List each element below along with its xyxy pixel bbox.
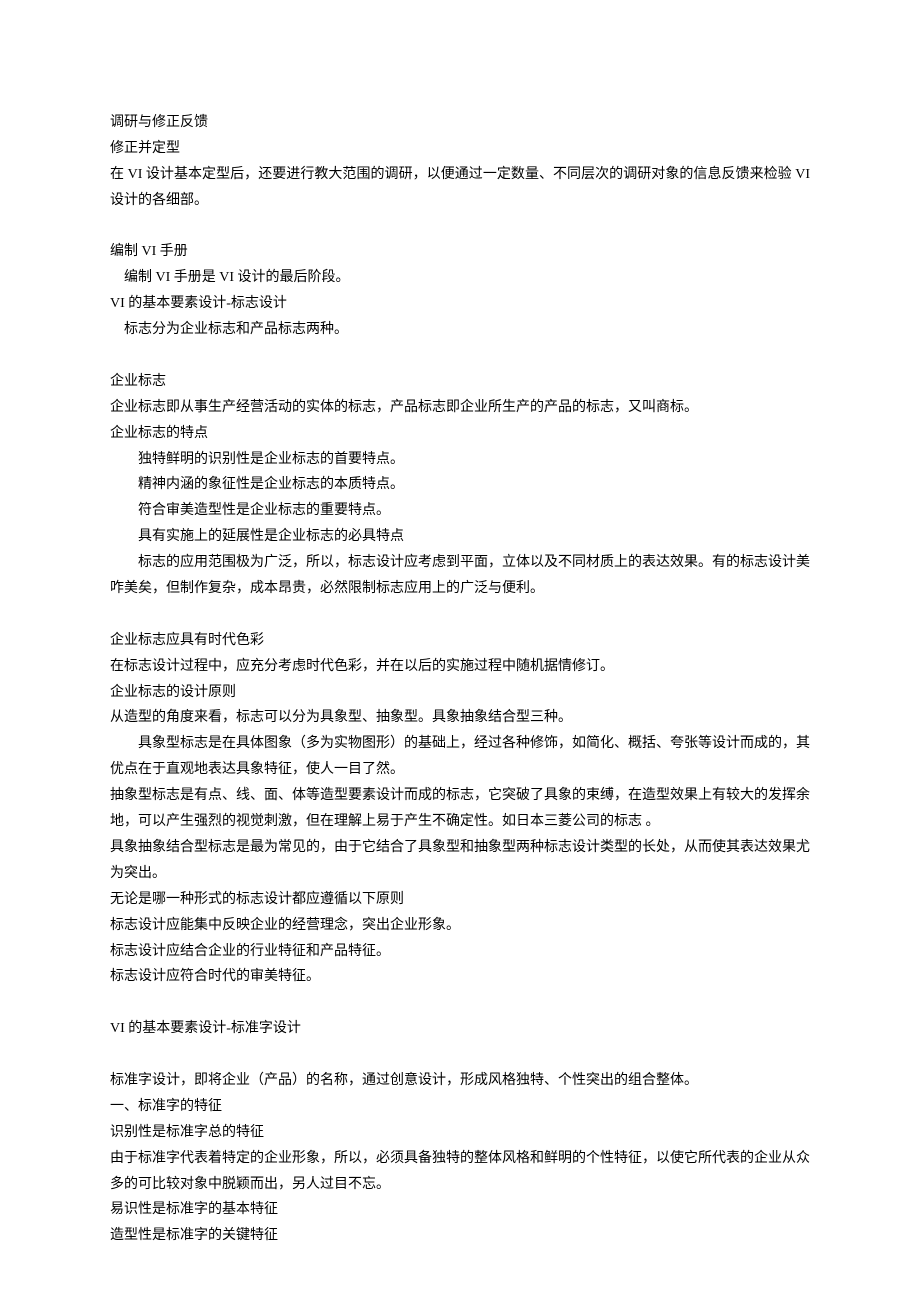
text-line: 企业标志即从事生产经营活动的实体的标志，产品标志即企业所生产的产品的标志，又叫商… (110, 395, 810, 421)
text-line: 造型性是标准字的关键特征 (110, 1223, 810, 1249)
text-line: 编制 VI 手册 (110, 239, 810, 265)
text-line: 具有实施上的延展性是企业标志的必具特点 (110, 524, 810, 550)
text-line: 在 VI 设计基本定型后，还要进行教大范围的调研，以便通过一定数量、不同层次的调… (110, 162, 810, 214)
text-line: 标志设计应能集中反映企业的经营理念，突出企业形象。 (110, 913, 810, 939)
text-line: 一、标准字的特征 (110, 1094, 810, 1120)
text-line: 企业标志 (110, 369, 810, 395)
blank-line (110, 214, 810, 240)
text-line: 企业标志的特点 (110, 421, 810, 447)
text-line: 调研与修正反馈 (110, 110, 810, 136)
text-line: 在标志设计过程中，应充分考虑时代色彩，并在以后的实施过程中随机据情修订。 (110, 654, 810, 680)
text-line: 企业标志的设计原则 (110, 680, 810, 706)
text-line: 从造型的角度来看，标志可以分为具象型、抽象型。具象抽象结合型三种。 (110, 705, 810, 731)
blank-line (110, 990, 810, 1016)
text-line: 企业标志应具有时代色彩 (110, 628, 810, 654)
text-line: 由于标准字代表着特定的企业形象，所以，必须具备独特的整体风格和鲜明的个性特征，以… (110, 1146, 810, 1198)
text-line: VI 的基本要素设计-标志设计 (110, 291, 810, 317)
text-line: 编制 VI 手册是 VI 设计的最后阶段。 (110, 265, 810, 291)
text-line: 识别性是标准字总的特征 (110, 1120, 810, 1146)
text-line: 修正并定型 (110, 136, 810, 162)
text-line: 抽象型标志是有点、线、面、体等造型要素设计而成的标志，它突破了具象的束缚，在造型… (110, 783, 810, 835)
text-line: 具象抽象结合型标志是最为常见的，由于它结合了具象型和抽象型两种标志设计类型的长处… (110, 835, 810, 887)
text-line: 易识性是标准字的基本特征 (110, 1197, 810, 1223)
text-line: 具象型标志是在具体图象（多为实物图形）的基础上，经过各种修饰，如简化、概括、夸张… (110, 731, 810, 783)
text-line: 标准字设计，即将企业（产品）的名称，通过创意设计，形成风格独特、个性突出的组合整… (110, 1068, 810, 1094)
text-line: 无论是哪一种形式的标志设计都应遵循以下原则 (110, 887, 810, 913)
blank-line (110, 602, 810, 628)
text-line: 标志设计应结合企业的行业特征和产品特征。 (110, 939, 810, 965)
text-line: 标志设计应符合时代的审美特征。 (110, 964, 810, 990)
text-line: VI 的基本要素设计-标准字设计 (110, 1016, 810, 1042)
text-line: 符合审美造型性是企业标志的重要特点。 (110, 498, 810, 524)
text-line: 独特鲜明的识别性是企业标志的首要特点。 (110, 447, 810, 473)
text-line: 标志分为企业标志和产品标志两种。 (110, 317, 810, 343)
text-line: 标志的应用范围极为广泛，所以，标志设计应考虑到平面，立体以及不同材质上的表达效果… (110, 550, 810, 602)
text-line: 精神内涵的象征性是企业标志的本质特点。 (110, 472, 810, 498)
blank-line (110, 1042, 810, 1068)
blank-line (110, 343, 810, 369)
